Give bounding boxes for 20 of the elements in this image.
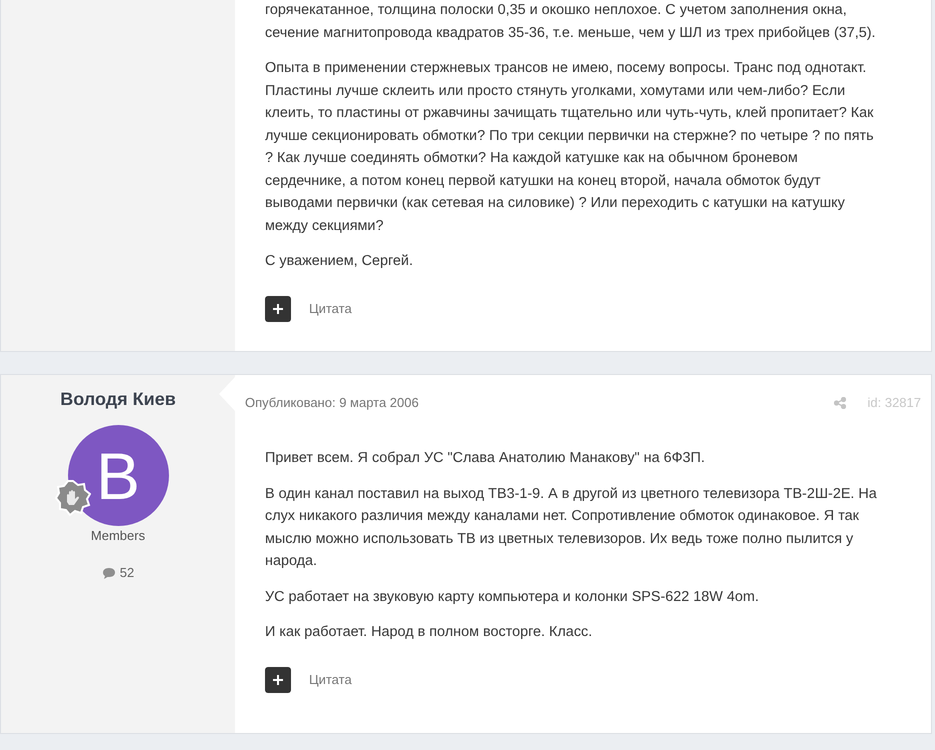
post-paragraph: С уважением, Сергей. — [265, 252, 414, 271]
post-count: 52 — [120, 565, 134, 580]
post-date: Опубликовано: 9 марта 2006 — [245, 395, 419, 410]
post-paragraph: В один канал поставил на выход ТВ3-1-9. А в другой из цветного телевизора ТВ-2Ш-2Е. На слух никакого различия между каналами нет. Сопротивление обмоток одинаковое. Я так мыслю можно использовать ТВ из цветных телевизоров. Их ведь тоже полно пылится у народа. — [265, 484, 878, 571]
plus-icon — [273, 674, 283, 684]
avatar[interactable]: B — [68, 425, 168, 526]
author-name[interactable]: Володя Киев — [60, 389, 176, 410]
quote-link[interactable]: Цитата — [309, 672, 352, 687]
multiquote-button[interactable] — [265, 666, 291, 692]
member-group: Members — [90, 528, 146, 543]
quote-link[interactable]: Цитата — [309, 301, 352, 316]
multiquote-button[interactable] — [265, 296, 291, 322]
badge-icon — [54, 480, 90, 516]
comment-icon — [102, 566, 116, 578]
post-paragraph: И как работает. Народ в полном восторге. Класс. — [265, 623, 594, 642]
post-paragraph: УС работает на звуковую карту компьютера и колонки SPS-622 18W 4om. — [265, 588, 760, 606]
post-paragraph: Привет всем. Я собрал УС "Слава Анатолию Манакову" на 6Ф3П. — [265, 449, 706, 468]
plus-icon — [273, 304, 283, 314]
post-paragraph: горячекатанное, толщина полоски 0,35 и окошко неплохое. С учетом заполнения окна, сечение магнитопровода квадратов 35-36, т.е. меньше, чем у ШЛ из трех прибойцев (37,5). — [265, 1, 877, 42]
post-paragraph: Опыта в применении стержневых трансов не имею, посему вопросы. Транс под однотакт. Пластины лучше склеить или просто стянуть уголками, хомутами или чем-либо? Если клеить, то пластины от ржавчины зачищать тщательно или чуть-чуть, клей пропитает? Как лучше секционировать обмотки? По три секции первички на стержне? по четыре ? по пять ? Как лучше соединять обмотки? На каждой катушке как на обычном броневом сердечнике, а потом конец первой катушки на конец второй, начала обмоток будут выводами первички (как сетевая на силовике) ? Или переходить с катушки на катушку между секциями? — [265, 59, 875, 236]
